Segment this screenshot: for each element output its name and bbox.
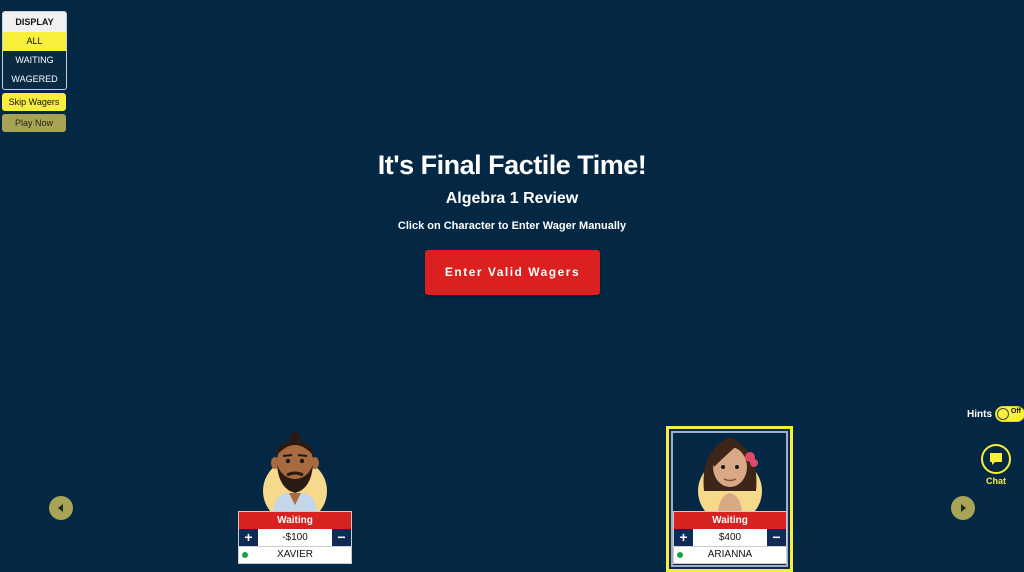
next-players-button[interactable] (951, 496, 975, 520)
play-now-button[interactable]: Play Now (2, 114, 66, 132)
player-wager-card: Waiting + $400 − ARIANNA (673, 511, 787, 564)
player-card-arianna[interactable]: Waiting + $400 − ARIANNA (673, 431, 787, 564)
status-badge: Waiting (674, 512, 786, 529)
player-name: XAVIER (277, 549, 313, 560)
display-option-wagered[interactable]: WAGERED (3, 70, 66, 89)
toggle-knob (997, 408, 1009, 420)
woman-avatar-icon (703, 437, 758, 511)
wager-amount[interactable]: -$100 (258, 529, 332, 546)
display-option-all[interactable]: ALL (3, 32, 66, 51)
avatar (238, 431, 352, 523)
online-status-icon (242, 552, 248, 558)
hints-toggle-label: Off (1010, 408, 1021, 415)
online-status-icon (677, 552, 683, 558)
hints-toggle[interactable]: Off (995, 406, 1024, 422)
hints-label: Hints (967, 408, 992, 420)
player-name-row: ARIANNA (674, 547, 786, 563)
wager-amount[interactable]: $400 (693, 529, 767, 546)
increase-wager-button[interactable]: + (239, 529, 258, 546)
decrease-wager-button[interactable]: − (767, 529, 786, 546)
chat-bubble-icon (990, 453, 1002, 465)
page-title: It's Final Factile Time! (377, 150, 647, 180)
player-name: ARIANNA (707, 549, 753, 560)
display-filter-panel: DISPLAY ALL WAITING WAGERED (2, 11, 67, 90)
player-name-row: XAVIER (239, 547, 351, 563)
skip-wagers-button[interactable]: Skip Wagers (2, 93, 66, 111)
game-subtitle: Algebra 1 Review (445, 190, 579, 207)
player-card-xavier[interactable]: Waiting + -$100 − XAVIER (238, 431, 352, 564)
wager-stepper: + $400 − (674, 529, 786, 547)
previous-players-button[interactable] (49, 496, 73, 520)
player-wager-card: Waiting + -$100 − XAVIER (238, 511, 352, 564)
bearded-man-avatar-icon (271, 432, 319, 511)
chevron-right-icon (961, 504, 966, 512)
avatar (673, 431, 787, 523)
status-badge: Waiting (239, 512, 351, 529)
display-option-waiting[interactable]: WAITING (3, 51, 66, 70)
hints-control: Hints Off (967, 406, 1024, 422)
chat-label: Chat (986, 476, 1006, 486)
display-header: DISPLAY (3, 12, 66, 32)
chat-button[interactable] (981, 444, 1011, 474)
instruction-text: Click on Character to Enter Wager Manual… (397, 220, 627, 232)
chevron-left-icon (58, 504, 63, 512)
increase-wager-button[interactable]: + (674, 529, 693, 546)
wager-stepper: + -$100 − (239, 529, 351, 547)
enter-valid-wagers-button[interactable]: Enter Valid Wagers (425, 250, 600, 295)
decrease-wager-button[interactable]: − (332, 529, 351, 546)
